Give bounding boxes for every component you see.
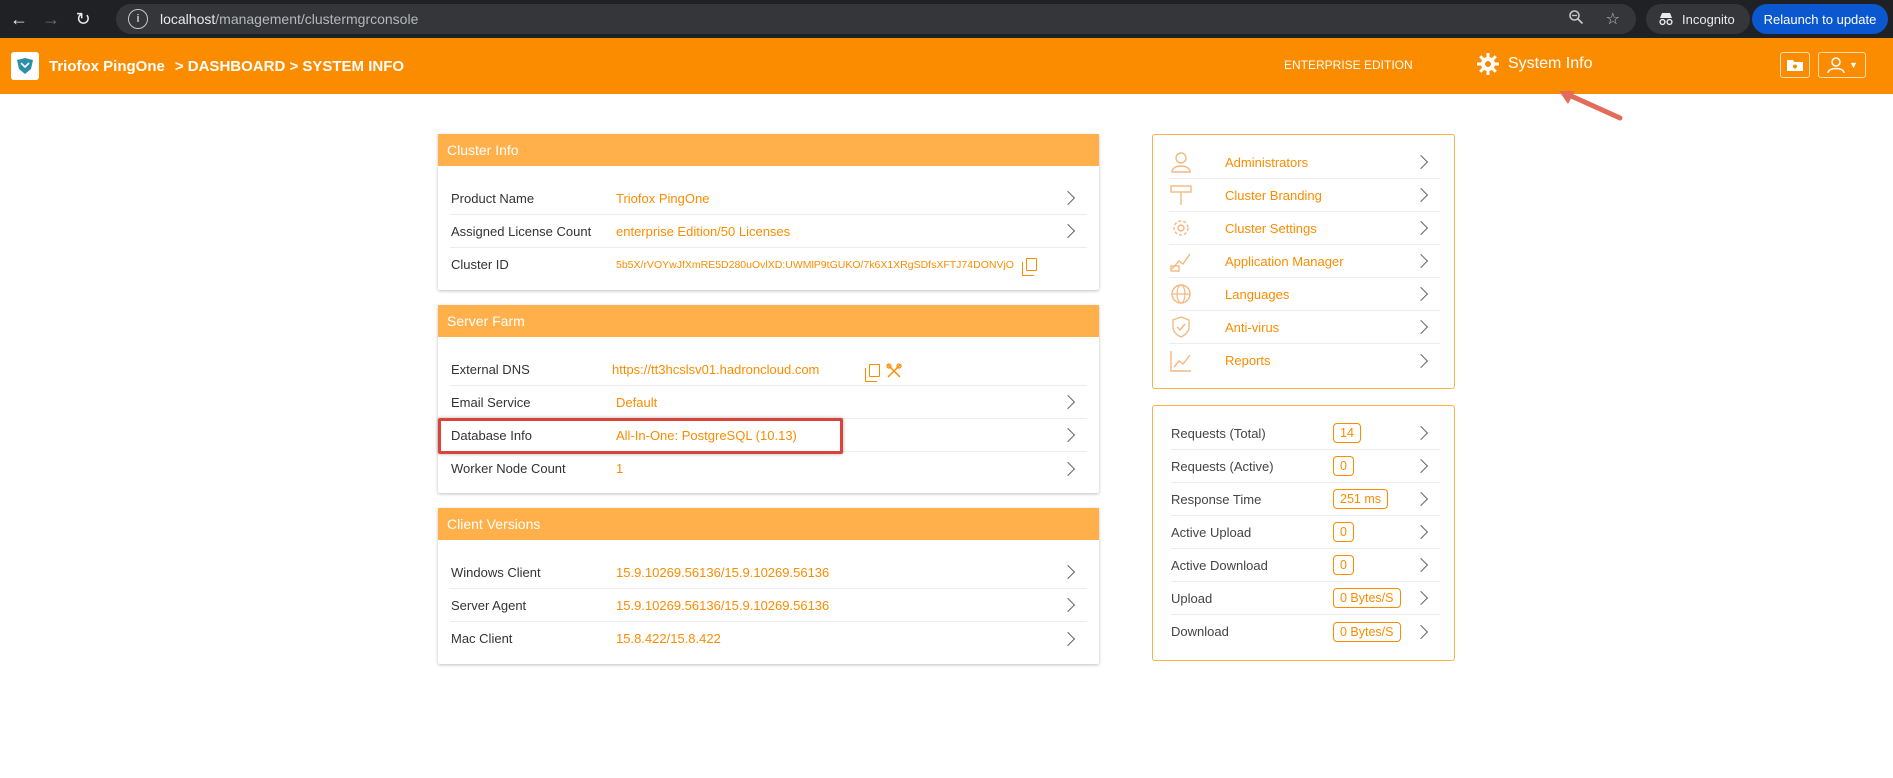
stat-badge: 14 <box>1333 423 1361 443</box>
chevron-right-icon <box>1060 564 1076 580</box>
user-icon <box>1171 152 1191 173</box>
back-arrow-icon[interactable]: ← <box>6 6 32 32</box>
stat-badge: 0 Bytes/S <box>1333 588 1401 608</box>
stat-badge: 0 <box>1333 555 1354 575</box>
cluster-info-row-cluster-id: Cluster ID 5b5X/rVOYwJfXmRE5D280uOvlXD:U… <box>450 248 1087 281</box>
stats-panel: Requests (Total) 14 Requests (Active) 0 … <box>1152 405 1455 661</box>
user-icon <box>1827 57 1845 74</box>
client-versions-row-server-agent[interactable]: Server Agent 15.9.10269.56136/15.9.10269… <box>450 589 1087 622</box>
triofox-logo-icon[interactable] <box>11 52 39 80</box>
cluster-info-row-product-name[interactable]: Product Name Triofox PingOne <box>450 182 1087 215</box>
incognito-label: Incognito <box>1682 11 1735 27</box>
app-manager-icon <box>1170 253 1191 272</box>
chevron-right-icon <box>1060 427 1076 443</box>
chevron-right-icon <box>1413 557 1429 573</box>
stat-badge: 0 <box>1333 456 1354 476</box>
server-farm-row-external-dns: External DNS https://tt3hcslsv01.hadronc… <box>450 353 1087 386</box>
chevron-right-icon <box>1060 190 1076 206</box>
server-farm-row-worker-node-count[interactable]: Worker Node Count 1 <box>450 452 1087 485</box>
panel-title: Server Farm <box>438 305 1099 337</box>
stat-badge: 251 ms <box>1333 489 1388 509</box>
relaunch-button[interactable]: Relaunch to update <box>1752 4 1888 34</box>
chevron-right-icon <box>1413 353 1429 368</box>
menu-item-languages[interactable]: Languages <box>1169 278 1440 311</box>
menu-item-administrators[interactable]: Administrators <box>1169 146 1440 179</box>
folder-button[interactable] <box>1780 52 1810 78</box>
address-bar[interactable]: i localhost/management/clustermgrconsole… <box>116 4 1636 34</box>
server-farm-row-email-service[interactable]: Email Service Default <box>450 386 1087 419</box>
chevron-right-icon <box>1413 458 1429 474</box>
shield-icon <box>1172 316 1190 338</box>
edition-label: ENTERPRISE EDITION <box>1284 58 1413 72</box>
tools-icon[interactable] <box>886 363 902 379</box>
incognito-indicator[interactable]: Incognito <box>1646 4 1750 34</box>
menu-item-application-manager[interactable]: Application Manager <box>1169 245 1440 278</box>
chevron-right-icon <box>1413 590 1429 606</box>
stat-badge: 0 Bytes/S <box>1333 621 1401 642</box>
system-info-button[interactable]: System Info <box>1476 52 1592 76</box>
bookmark-star-icon[interactable]: ☆ <box>1606 9 1620 29</box>
copy-icon[interactable] <box>865 364 880 382</box>
reload-icon[interactable]: ↻ <box>70 6 96 32</box>
forward-arrow-icon[interactable]: → <box>38 6 64 32</box>
menu-item-cluster-settings[interactable]: Cluster Settings <box>1169 212 1440 245</box>
chevron-right-icon <box>1060 597 1076 613</box>
settings-menu-panel: Administrators Cluster Branding Cluster … <box>1152 134 1455 389</box>
zoom-icon[interactable] <box>1568 9 1584 30</box>
cluster-info-panel: Cluster Info Product Name Triofox PingOn… <box>438 134 1099 290</box>
brand-name[interactable]: Triofox PingOne <box>49 58 165 75</box>
client-versions-panel: Client Versions Windows Client 15.9.1026… <box>438 508 1099 664</box>
chevron-right-icon <box>1413 286 1429 302</box>
menu-item-anti-virus[interactable]: Anti-virus <box>1169 311 1440 344</box>
menu-item-reports[interactable]: Reports <box>1169 344 1440 377</box>
user-menu-button[interactable]: ▼ <box>1818 52 1866 78</box>
breadcrumb[interactable]: > DASHBOARD > SYSTEM INFO <box>175 58 404 75</box>
chart-icon <box>1170 350 1191 372</box>
chevron-down-icon: ▼ <box>1849 60 1858 70</box>
gear-icon <box>1477 53 1499 75</box>
cluster-info-row-license-count[interactable]: Assigned License Count enterprise Editio… <box>450 215 1087 248</box>
chevron-right-icon <box>1413 154 1429 170</box>
panel-title: Cluster Info <box>438 134 1099 166</box>
stat-row-active-download[interactable]: Active Download 0 <box>1171 549 1440 582</box>
chevron-right-icon <box>1413 253 1429 269</box>
chevron-right-icon <box>1060 631 1076 646</box>
system-info-label: System Info <box>1508 55 1593 72</box>
server-farm-panel: Server Farm External DNS https://tt3hcsl… <box>438 305 1099 493</box>
paint-roller-icon <box>1170 185 1192 205</box>
chevron-right-icon <box>1413 319 1429 335</box>
incognito-icon <box>1659 13 1673 26</box>
chevron-right-icon <box>1413 220 1429 236</box>
site-info-icon[interactable]: i <box>128 9 148 29</box>
browser-toolbar: ← → ↻ i localhost/management/clustermgrc… <box>0 0 1893 38</box>
panel-title: Client Versions <box>438 508 1099 540</box>
chevron-right-icon <box>1060 223 1076 239</box>
gear-icon <box>1173 220 1189 236</box>
stat-row-active-upload[interactable]: Active Upload 0 <box>1171 516 1440 549</box>
stat-row-response-time[interactable]: Response Time 251 ms <box>1171 483 1440 516</box>
stat-row-requests-active[interactable]: Requests (Active) 0 <box>1171 450 1440 483</box>
menu-item-cluster-branding[interactable]: Cluster Branding <box>1169 179 1440 212</box>
chevron-right-icon <box>1413 624 1429 639</box>
chevron-right-icon <box>1060 461 1076 476</box>
chevron-right-icon <box>1413 187 1429 203</box>
globe-icon <box>1171 284 1191 304</box>
client-versions-row-mac-client[interactable]: Mac Client 15.8.422/15.8.422 <box>450 622 1087 655</box>
chevron-right-icon <box>1413 491 1429 507</box>
chevron-right-icon <box>1413 524 1429 540</box>
stat-row-upload[interactable]: Upload 0 Bytes/S <box>1171 582 1440 615</box>
address-url[interactable]: localhost/management/clustermgrconsole <box>160 11 418 27</box>
chevron-right-icon <box>1060 394 1076 410</box>
database-info-highlight <box>438 418 843 454</box>
app-header: Triofox PingOne > DASHBOARD > SYSTEM INF… <box>0 38 1893 94</box>
stat-row-download[interactable]: Download 0 Bytes/S <box>1171 615 1440 648</box>
annotation-arrow-icon <box>1559 91 1623 121</box>
stat-badge: 0 <box>1333 522 1354 542</box>
copy-icon[interactable] <box>1022 258 1037 276</box>
chevron-right-icon <box>1413 425 1429 441</box>
client-versions-row-windows-client[interactable]: Windows Client 15.9.10269.56136/15.9.102… <box>450 556 1087 589</box>
folder-icon <box>1787 60 1803 71</box>
stat-row-requests-total[interactable]: Requests (Total) 14 <box>1171 417 1440 450</box>
